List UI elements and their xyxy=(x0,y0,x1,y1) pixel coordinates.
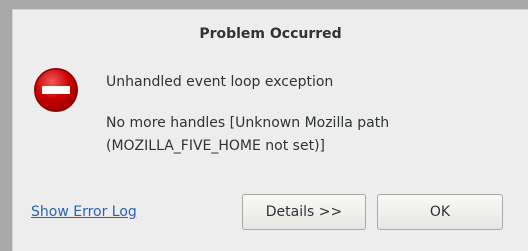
error-dialog: Problem Occurred Unhandled event loop ex… xyxy=(12,9,528,251)
show-error-log-link[interactable]: Show Error Log xyxy=(31,204,137,220)
dialog-titlebar[interactable]: Problem Occurred xyxy=(13,10,528,54)
ok-button[interactable]: OK xyxy=(377,194,503,230)
error-detail-line: No more handles [Unknown Mozilla path xyxy=(106,115,390,131)
error-icon xyxy=(34,68,78,112)
error-message: Unhandled event loop exception xyxy=(106,74,334,90)
details-button[interactable]: Details >> xyxy=(242,194,366,230)
error-detail-line: (MOZILLA_FIVE_HOME not set)] xyxy=(106,138,326,154)
error-detail: No more handles [Unknown Mozilla path (M… xyxy=(106,112,389,158)
dialog-title: Problem Occurred xyxy=(199,26,342,42)
